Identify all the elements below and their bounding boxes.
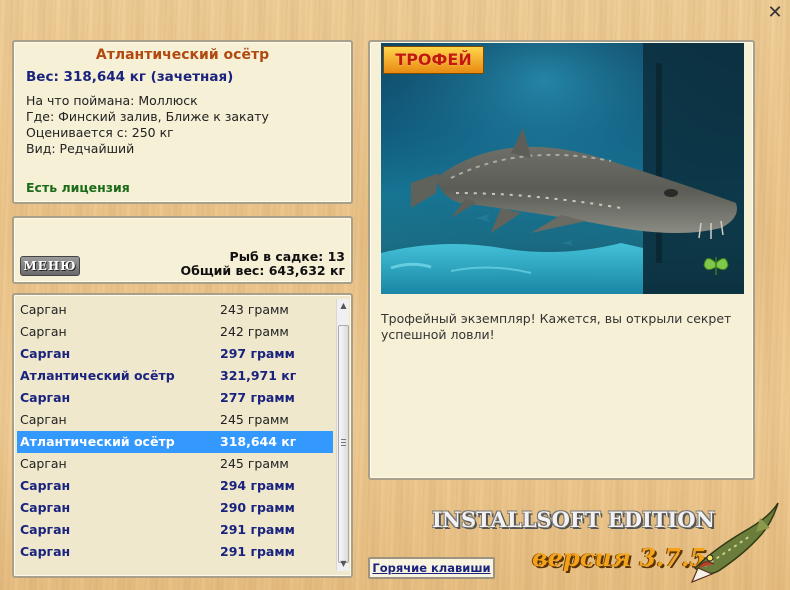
catch-fish-weight: 245 грамм bbox=[220, 412, 289, 427]
catch-list-row[interactable]: Сарган 297 грамм bbox=[17, 343, 333, 365]
catch-fish-name: Сарган bbox=[20, 544, 71, 559]
fish-info-panel: Атлантический осётр Вес: 318,644 кг (зач… bbox=[12, 40, 353, 204]
catch-list-row[interactable]: Сарган 245 грамм bbox=[17, 409, 333, 431]
license-status: Есть лицензия bbox=[26, 180, 130, 195]
catch-list-row[interactable]: Атлантический осётр 321,971 кг bbox=[17, 365, 333, 387]
scroll-thumb[interactable] bbox=[338, 325, 349, 563]
catch-list-row[interactable]: Сарган 291 грамм bbox=[17, 541, 333, 563]
sturgeon-illustration bbox=[381, 43, 744, 294]
trophy-message: Трофейный экземпляр! Кажется, вы открыли… bbox=[381, 311, 732, 342]
catch-list: Сарган 243 грамм Сарган 242 грамм Сарган 297 … bbox=[17, 299, 333, 563]
catch-fish-name: Сарган bbox=[20, 324, 67, 339]
total-weight: Общий вес: 643,632 кг bbox=[180, 263, 346, 278]
fish-in-cage-count: Рыб в садке: 13 bbox=[229, 249, 345, 264]
cage-status-panel: МЕНЮ Рыб в садке: 13 Общий вес: 643,632 … bbox=[12, 216, 353, 284]
fish-weight: Вес: 318,644 кг (зачетная) bbox=[26, 69, 234, 85]
scroll-up-arrow-icon[interactable]: ▲ bbox=[337, 299, 350, 313]
catch-list-row[interactable]: Атлантический осётр 318,644 кг bbox=[17, 431, 333, 453]
rarity-line: Вид: Редчайший bbox=[26, 141, 135, 156]
catch-fish-name: Сарган bbox=[20, 456, 67, 471]
catch-fish-name: Сарган bbox=[20, 412, 67, 427]
catch-fish-weight: 291 грамм bbox=[220, 544, 295, 559]
hotkeys-button[interactable]: Горячие клавиши bbox=[368, 557, 495, 579]
pike-fish-logo bbox=[690, 502, 779, 584]
catch-fish-weight: 242 грамм bbox=[220, 324, 289, 339]
catch-list-row[interactable]: Сарган 245 грамм bbox=[17, 453, 333, 475]
catch-fish-weight: 291 грамм bbox=[220, 522, 295, 537]
fish-title: Атлантический осётр bbox=[95, 47, 270, 63]
catch-fish-name: Сарган bbox=[20, 522, 71, 537]
catch-list-panel: Сарган 243 грамм Сарган 242 грамм Сарган 297 … bbox=[12, 293, 353, 578]
menu-button[interactable]: МЕНЮ bbox=[20, 256, 80, 276]
location-line: Где: Финский залив, Ближе к закату bbox=[26, 109, 269, 124]
catch-list-row[interactable]: Сарган 291 грамм bbox=[17, 519, 333, 541]
catch-fish-weight: 243 грамм bbox=[220, 302, 289, 317]
bait-line: На что поймана: Моллюск bbox=[26, 93, 198, 108]
catch-fish-name: Сарган bbox=[20, 302, 67, 317]
catch-fish-name: Сарган bbox=[20, 390, 71, 405]
catch-fish-name: Сарган bbox=[20, 500, 71, 515]
catch-list-row[interactable]: Сарган 277 грамм bbox=[17, 387, 333, 409]
trophy-panel: ТРОФЕЙ Трофейный экземпляр! Кажется, вы … bbox=[368, 40, 755, 480]
trophy-badge: ТРОФЕЙ bbox=[383, 46, 484, 74]
catch-fish-weight: 321,971 кг bbox=[220, 368, 297, 383]
close-icon[interactable]: ✕ bbox=[766, 4, 784, 22]
edition-label: INSTALLSOFT EDITION bbox=[432, 507, 715, 532]
valuation-line: Оценивается с: 250 кг bbox=[26, 125, 174, 140]
catch-fish-name: Сарган bbox=[20, 346, 71, 361]
catch-list-row[interactable]: Сарган 243 грамм bbox=[17, 299, 333, 321]
catch-fish-weight: 318,644 кг bbox=[220, 434, 297, 449]
version-label: версия 3.7.5 bbox=[532, 543, 707, 572]
catch-fish-name: Атлантический осётр bbox=[20, 368, 175, 383]
catch-fish-weight: 297 грамм bbox=[220, 346, 295, 361]
catch-list-row[interactable]: Сарган 290 грамм bbox=[17, 497, 333, 519]
grip-icon bbox=[341, 439, 346, 446]
catch-fish-weight: 245 грамм bbox=[220, 456, 289, 471]
catch-fish-name: Атлантический осётр bbox=[20, 434, 175, 449]
catch-list-scrollbar[interactable]: ▲ ▼ bbox=[336, 299, 349, 571]
catch-list-row[interactable]: Сарган 242 грамм bbox=[17, 321, 333, 343]
scroll-down-arrow-icon[interactable]: ▼ bbox=[337, 557, 350, 571]
catch-fish-name: Сарган bbox=[20, 478, 71, 493]
catch-fish-weight: 290 грамм bbox=[220, 500, 295, 515]
catch-list-row[interactable]: Сарган 294 грамм bbox=[17, 475, 333, 497]
catch-fish-weight: 277 грамм bbox=[220, 390, 295, 405]
sturgeon-photo: ТРОФЕЙ bbox=[381, 43, 744, 294]
catch-fish-weight: 294 грамм bbox=[220, 478, 295, 493]
